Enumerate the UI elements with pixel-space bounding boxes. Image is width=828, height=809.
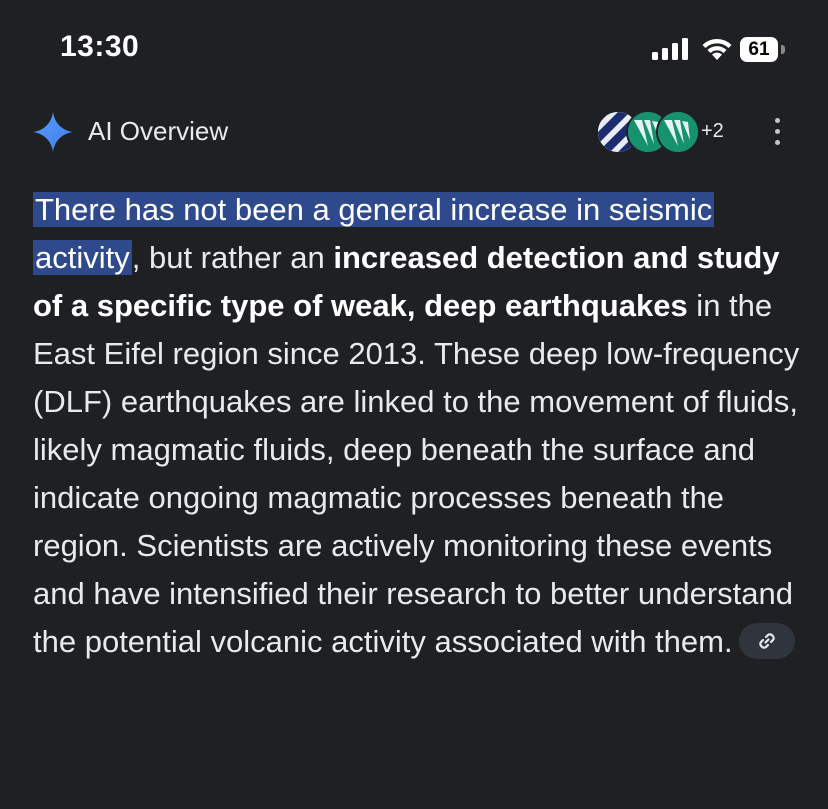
sparkle-icon: [33, 112, 73, 152]
link-chip[interactable]: [738, 622, 795, 659]
battery-icon: 61: [740, 37, 778, 62]
battery-cap: [781, 45, 785, 54]
source-avatar[interactable]: [656, 110, 700, 154]
more-vert-icon[interactable]: [770, 118, 784, 152]
answer-text-part: in the East Eifel region since 2013. The…: [33, 288, 800, 659]
signal-icon: [652, 38, 688, 60]
link-icon: [758, 633, 775, 649]
answer-text: There has not been a general increase in…: [33, 186, 803, 666]
wave-logo-icon: [658, 112, 698, 152]
wifi-icon: [702, 38, 732, 60]
status-time: 13:30: [60, 30, 140, 63]
sources-more-count[interactable]: +2: [701, 120, 724, 143]
overview-title: AI Overview: [88, 116, 229, 146]
status-bar: 13:30 61: [0, 0, 828, 100]
answer-text-part: , but rather an: [131, 240, 334, 275]
source-avatars[interactable]: [596, 110, 700, 154]
